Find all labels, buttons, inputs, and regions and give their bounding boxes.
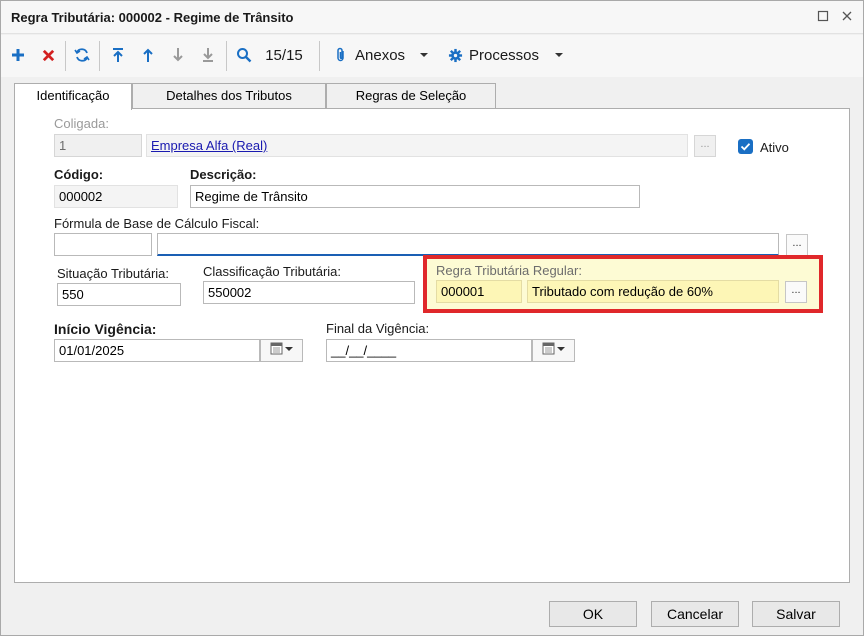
tab-identificacao[interactable]: Identificação	[14, 83, 132, 110]
ativo-checkbox[interactable]	[738, 139, 753, 154]
tab-detalhes-tributos[interactable]: Detalhes dos Tributos	[132, 83, 326, 109]
chevron-down-icon[interactable]	[417, 44, 431, 66]
next-record-icon[interactable]	[167, 44, 189, 66]
final-calendar-button[interactable]	[532, 339, 575, 362]
regra-regular-code-field[interactable]: 000001	[436, 280, 522, 303]
processes-button[interactable]: Processos	[469, 44, 545, 66]
last-record-icon[interactable]	[197, 44, 219, 66]
calendar-icon	[270, 342, 294, 359]
calendar-icon	[542, 342, 566, 359]
regra-regular-desc-field: Tributado com redução de 60%	[527, 280, 779, 303]
toolbar-separator	[319, 41, 320, 71]
window-title: Regra Tributária: 000002 - Regime de Trâ…	[11, 10, 294, 25]
coligada-code-field: 1	[54, 134, 142, 157]
title-bar: Regra Tributária: 000002 - Regime de Trâ…	[1, 1, 863, 34]
maximize-icon[interactable]	[815, 9, 831, 25]
final-vigencia-label: Final da Vigência:	[326, 321, 430, 336]
chevron-down-icon[interactable]	[552, 44, 566, 66]
situacao-field[interactable]: 550	[57, 283, 181, 306]
attachments-button[interactable]: Anexos	[355, 44, 411, 66]
delete-icon[interactable]	[37, 44, 59, 66]
classificacao-label: Classificação Tributária:	[203, 264, 341, 279]
situacao-label: Situação Tributária:	[57, 266, 170, 281]
inicio-calendar-button[interactable]	[260, 339, 303, 362]
plus-icon[interactable]	[7, 44, 29, 66]
codigo-field: 000002	[54, 185, 178, 208]
coligada-label: Coligada:	[54, 116, 109, 131]
first-record-icon[interactable]	[107, 44, 129, 66]
regra-regular-highlight: Regra Tributária Regular: 000001 Tributa…	[423, 255, 823, 313]
toolbar: 15/15 Anexos Processos	[1, 35, 863, 77]
classificacao-field[interactable]: 550002	[203, 281, 415, 304]
coligada-lookup-button: ...	[694, 135, 716, 157]
regra-regular-lookup-button[interactable]: ...	[785, 281, 807, 303]
toolbar-separator	[65, 41, 66, 71]
ativo-label: Ativo	[760, 140, 789, 155]
previous-record-icon[interactable]	[137, 44, 159, 66]
toolbar-separator	[226, 41, 227, 71]
close-icon[interactable]	[839, 9, 855, 25]
refresh-icon[interactable]	[71, 44, 93, 66]
gear-icon[interactable]	[445, 44, 465, 66]
ok-button[interactable]: OK	[549, 601, 637, 627]
record-counter: 15/15	[265, 46, 303, 64]
regra-regular-label: Regra Tributária Regular:	[436, 263, 582, 278]
save-button[interactable]: Salvar	[752, 601, 840, 627]
coligada-name-link[interactable]: Empresa Alfa (Real)	[151, 138, 267, 153]
formula-label: Fórmula de Base de Cálculo Fiscal:	[54, 216, 260, 231]
coligada-name-field: Empresa Alfa (Real)	[146, 134, 688, 157]
formula-field[interactable]	[157, 233, 779, 256]
paperclip-icon[interactable]	[331, 44, 351, 66]
formula-lookup-button[interactable]: ...	[786, 234, 808, 256]
descricao-field[interactable]: Regime de Trânsito	[190, 185, 640, 208]
cancel-button[interactable]: Cancelar	[651, 601, 739, 627]
formula-code-field[interactable]	[54, 233, 152, 256]
final-vigencia-field[interactable]: __/__/____	[326, 339, 532, 362]
tab-regras-selecao[interactable]: Regras de Seleção	[326, 83, 496, 109]
search-icon[interactable]	[233, 44, 255, 66]
codigo-label: Código:	[54, 167, 104, 182]
toolbar-separator	[99, 41, 100, 71]
inicio-vigencia-field[interactable]: 01/01/2025	[54, 339, 260, 362]
inicio-vigencia-label: Início Vigência:	[54, 321, 157, 337]
descricao-label: Descrição:	[190, 167, 257, 182]
dialog-window: Regra Tributária: 000002 - Regime de Trâ…	[0, 0, 864, 636]
